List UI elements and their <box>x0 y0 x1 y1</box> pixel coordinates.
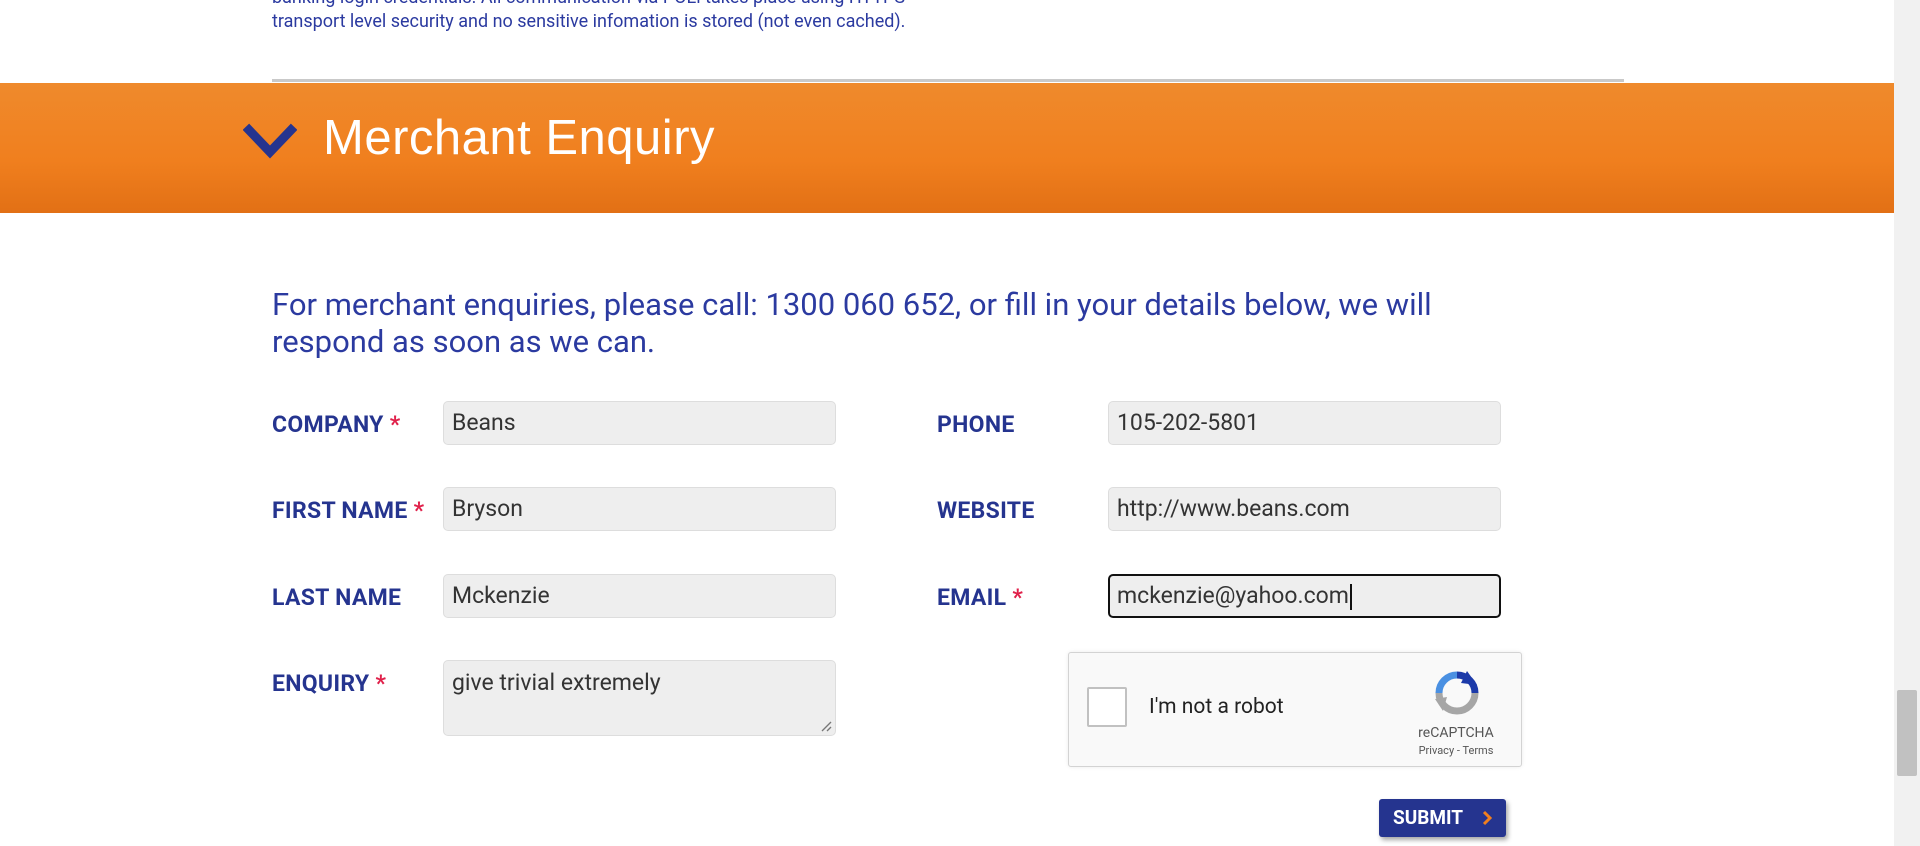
phone-label: PHONE <box>937 411 1015 438</box>
intro-text: For merchant enquiries, please call: 130… <box>272 286 1432 360</box>
first-name-label: FIRST NAME * <box>272 497 424 524</box>
section-divider <box>272 79 1624 82</box>
enquiry-label: ENQUIRY * <box>272 670 386 697</box>
text-caret <box>1349 583 1352 610</box>
captcha-links: Privacy - Terms <box>1391 744 1521 757</box>
captcha-terms-link[interactable]: Terms <box>1462 744 1493 757</box>
email-label-text: EMAIL <box>937 584 1007 611</box>
email-input-value: mckenzie@yahoo.com <box>1117 582 1349 609</box>
phone-input[interactable]: 105-202-5801 <box>1108 401 1501 445</box>
last-name-label: LAST NAME <box>272 584 401 611</box>
website-label: WEBSITE <box>937 497 1035 524</box>
phone-label-text: PHONE <box>937 411 1015 438</box>
enquiry-text: give trivial extremely <box>452 669 661 696</box>
email-input[interactable]: mckenzie@yahoo.com <box>1108 574 1501 618</box>
submit-label: SUBMIT <box>1393 806 1464 829</box>
website-label-text: WEBSITE <box>937 497 1035 524</box>
required-marker: * <box>413 497 425 524</box>
required-marker: * <box>389 411 401 438</box>
resize-handle-icon[interactable] <box>820 720 832 732</box>
enquiry-label-text: ENQUIRY <box>272 670 370 697</box>
last-name-label-text: LAST NAME <box>272 584 402 611</box>
submit-button[interactable]: SUBMIT <box>1379 799 1506 837</box>
company-input[interactable]: Beans <box>443 401 836 445</box>
required-marker: * <box>1012 584 1024 611</box>
section-title[interactable]: Merchant Enquiry <box>323 110 715 166</box>
enquiry-textarea[interactable]: give trivial extremely <box>443 660 836 736</box>
first-name-label-text: FIRST NAME <box>272 497 408 524</box>
security-note-text: banking login credentials. All communica… <box>272 0 906 32</box>
chevron-right-icon <box>1482 810 1492 826</box>
last-name-input[interactable]: Mckenzie <box>443 574 836 618</box>
captcha-brand: reCAPTCHA <box>1418 725 1494 741</box>
page-scrollbar[interactable] <box>1894 0 1920 846</box>
captcha-privacy-link[interactable]: Privacy <box>1419 744 1455 757</box>
company-label: COMPANY * <box>272 411 400 438</box>
captcha-label: I'm not a robot <box>1149 695 1284 719</box>
scrollbar-thumb[interactable] <box>1897 690 1917 776</box>
email-label: EMAIL * <box>937 584 1023 611</box>
recaptcha-widget: I'm not a robot reCAPTCHA Privacy - Term… <box>1068 652 1522 767</box>
first-name-input[interactable]: Bryson <box>443 487 836 531</box>
website-input[interactable]: http://www.beans.com <box>1108 487 1501 531</box>
chevron-down-icon[interactable] <box>243 122 297 162</box>
company-label-text: COMPANY <box>272 411 384 438</box>
required-marker: * <box>375 670 387 697</box>
recaptcha-icon <box>1435 671 1479 715</box>
captcha-checkbox[interactable] <box>1087 687 1127 727</box>
